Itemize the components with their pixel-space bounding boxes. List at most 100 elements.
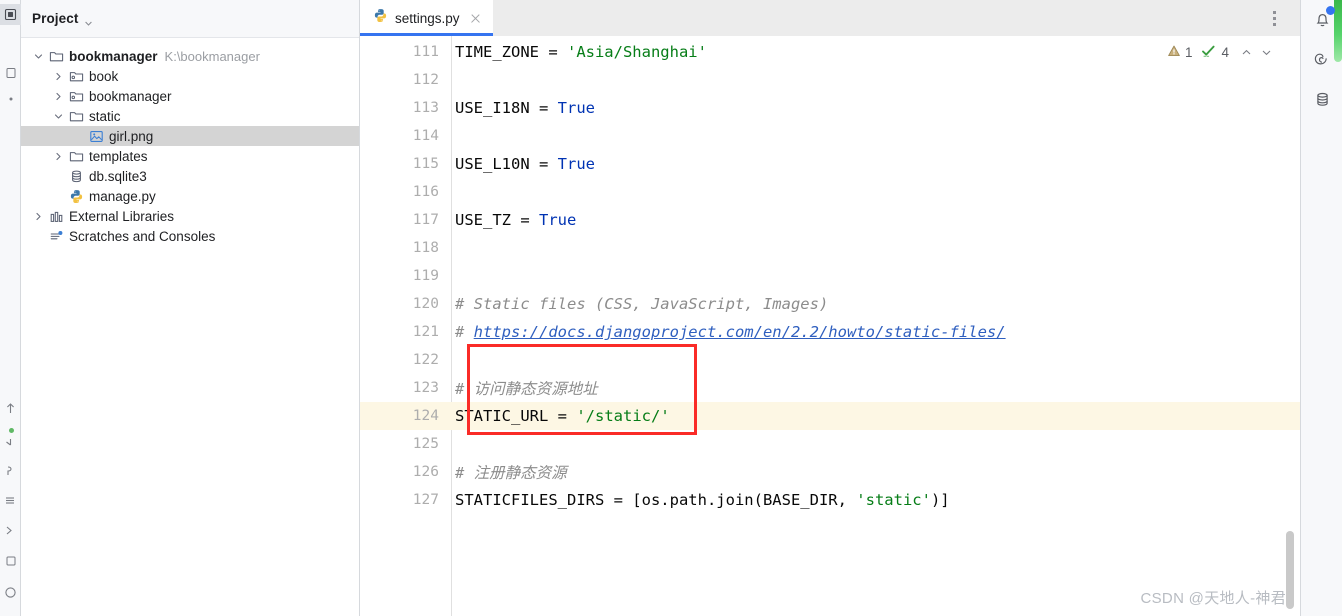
code-text[interactable]: # https://docs.djangoproject.com/en/2.2/… bbox=[452, 323, 1006, 341]
chevron-right-icon[interactable] bbox=[49, 66, 67, 86]
code-line-115[interactable]: 115 USE_L10N = True bbox=[360, 150, 1300, 178]
code-text[interactable]: USE_TZ = True bbox=[452, 211, 576, 229]
line-number[interactable]: 115 bbox=[360, 156, 452, 172]
tree-item-label: book bbox=[89, 68, 119, 84]
sidebar-item-run[interactable] bbox=[0, 430, 21, 451]
line-number[interactable]: 113 bbox=[360, 100, 452, 116]
line-number[interactable]: 119 bbox=[360, 268, 452, 284]
line-number[interactable]: 117 bbox=[360, 212, 452, 228]
line-number[interactable]: 112 bbox=[360, 72, 452, 88]
tree-item-static[interactable]: static bbox=[21, 106, 359, 126]
line-number[interactable]: 126 bbox=[360, 464, 452, 480]
notification-badge bbox=[1326, 6, 1335, 15]
sidebar-item-pull-requests[interactable] bbox=[0, 88, 21, 109]
tab-settings-py[interactable]: settings.py bbox=[360, 0, 493, 36]
line-number[interactable]: 114 bbox=[360, 128, 452, 144]
sidebar-item-terminal[interactable] bbox=[0, 520, 21, 541]
ai-assistant-icon[interactable] bbox=[1307, 45, 1337, 75]
sidebar-item-problems[interactable] bbox=[0, 582, 21, 603]
code-line-119[interactable]: 119 bbox=[360, 262, 1300, 290]
close-icon[interactable] bbox=[469, 12, 482, 25]
sidebar-item-todo[interactable] bbox=[0, 550, 21, 571]
folder-icon bbox=[47, 46, 66, 66]
tree-item-label: static bbox=[89, 108, 121, 124]
project-file-tree[interactable]: bookmanager K:\bookmanager book bookmanager… bbox=[21, 38, 359, 246]
code-line-116[interactable]: 116 bbox=[360, 178, 1300, 206]
tree-item-bookmanager[interactable]: bookmanager bbox=[21, 86, 359, 106]
code-text[interactable]: TIME_ZONE = 'Asia/Shanghai' bbox=[452, 43, 707, 61]
code-line-121[interactable]: 121 # https://docs.djangoproject.com/en/2… bbox=[360, 318, 1300, 346]
database-icon[interactable] bbox=[1307, 84, 1337, 114]
chevron-down-icon[interactable] bbox=[84, 15, 93, 26]
tree-item-templates[interactable]: templates bbox=[21, 146, 359, 166]
code-content[interactable]: 111 TIME_ZONE = 'Asia/Shanghai' 112 113 USE_… bbox=[360, 36, 1300, 616]
tree-item-label: db.sqlite3 bbox=[89, 168, 147, 184]
line-number[interactable]: 124 bbox=[360, 408, 452, 424]
code-line-112[interactable]: 112 bbox=[360, 66, 1300, 94]
line-number[interactable]: 111 bbox=[360, 44, 452, 60]
code-line-118[interactable]: 118 bbox=[360, 234, 1300, 262]
line-number[interactable]: 121 bbox=[360, 324, 452, 340]
line-number[interactable]: 123 bbox=[360, 380, 452, 396]
code-line-123[interactable]: 123 # 访问静态资源地址 bbox=[360, 374, 1300, 402]
code-line-120[interactable]: 120 # Static files (CSS, JavaScript, Imag… bbox=[360, 290, 1300, 318]
sidebar-item-commit[interactable] bbox=[0, 398, 21, 419]
code-line-111[interactable]: 111 TIME_ZONE = 'Asia/Shanghai' bbox=[360, 38, 1300, 66]
project-panel-header[interactable]: Project bbox=[21, 0, 359, 38]
code-line-114[interactable]: 114 bbox=[360, 122, 1300, 150]
tree-item-external-libraries[interactable]: External Libraries bbox=[21, 206, 359, 226]
sidebar-item-project[interactable] bbox=[0, 4, 21, 25]
code-text[interactable]: STATICFILES_DIRS = [os.path.join(BASE_DI… bbox=[452, 491, 950, 509]
tree-item-book[interactable]: book bbox=[21, 66, 359, 86]
line-number[interactable]: 125 bbox=[360, 436, 452, 452]
more-vertical-icon[interactable] bbox=[1266, 10, 1282, 26]
code-token-kw: True bbox=[557, 155, 595, 173]
editor-vertical-scrollbar[interactable] bbox=[1286, 531, 1294, 609]
code-line-124[interactable]: 124 STATIC_URL = '/static/' bbox=[360, 402, 1300, 430]
code-line-125[interactable]: 125 bbox=[360, 430, 1300, 458]
code-line-117[interactable]: 117 USE_TZ = True bbox=[360, 206, 1300, 234]
chevron-down-icon[interactable] bbox=[1258, 45, 1274, 61]
chevron-up-icon[interactable] bbox=[1238, 45, 1254, 61]
tree-item-label: templates bbox=[89, 148, 148, 164]
tree-item-girl-png[interactable]: girl.png bbox=[21, 126, 359, 146]
tree-item-manage-py[interactable]: manage.py bbox=[21, 186, 359, 206]
code-token-plain: )] bbox=[930, 491, 950, 509]
line-number[interactable]: 120 bbox=[360, 296, 452, 312]
tree-item-db-sqlite3[interactable]: db.sqlite3 bbox=[21, 166, 359, 186]
code-text[interactable]: USE_L10N = True bbox=[452, 155, 595, 173]
code-text[interactable]: STATIC_URL = '/static/' bbox=[452, 407, 670, 425]
python-file-icon bbox=[67, 186, 86, 206]
tree-twisty-placeholder bbox=[49, 166, 67, 186]
line-number[interactable]: 118 bbox=[360, 240, 452, 256]
sidebar-item-structure[interactable] bbox=[0, 490, 21, 511]
tree-item-label: bookmanager bbox=[69, 48, 158, 64]
code-line-113[interactable]: 113 USE_I18N = True bbox=[360, 94, 1300, 122]
chevron-down-icon[interactable] bbox=[49, 106, 67, 126]
code-editor[interactable]: 111 TIME_ZONE = 'Asia/Shanghai' 112 113 USE_… bbox=[360, 36, 1300, 616]
line-number[interactable]: 127 bbox=[360, 492, 452, 508]
code-token-plain: USE_I18N = bbox=[455, 99, 558, 117]
code-text[interactable]: # Static files (CSS, JavaScript, Images) bbox=[452, 295, 828, 313]
line-number[interactable]: 116 bbox=[360, 184, 452, 200]
code-text[interactable]: # 访问静态资源地址 bbox=[452, 377, 598, 399]
chevron-right-icon[interactable] bbox=[49, 146, 67, 166]
chevron-right-icon[interactable] bbox=[29, 206, 47, 226]
line-number[interactable]: 122 bbox=[360, 352, 452, 368]
inspection-widget[interactable]: 1 4 bbox=[1167, 44, 1274, 61]
code-text[interactable]: # 注册静态资源 bbox=[452, 461, 567, 483]
code-token-str: '/static/' bbox=[576, 407, 670, 425]
code-token-com: # 访问静态资源地址 bbox=[455, 380, 598, 398]
sidebar-item-python-console[interactable] bbox=[0, 460, 21, 481]
code-line-126[interactable]: 126 # 注册静态资源 bbox=[360, 458, 1300, 486]
code-line-127[interactable]: 127 STATICFILES_DIRS = [os.path.join(BASE… bbox=[360, 486, 1300, 514]
chevron-down-icon[interactable] bbox=[29, 46, 47, 66]
code-line-122[interactable]: 122 bbox=[360, 346, 1300, 374]
code-token-plain: USE_TZ = bbox=[455, 211, 539, 229]
code-text[interactable]: USE_I18N = True bbox=[452, 99, 595, 117]
chevron-right-icon[interactable] bbox=[49, 86, 67, 106]
tree-item-scratches-and-consoles[interactable]: Scratches and Consoles bbox=[21, 226, 359, 246]
sidebar-item-bookmarks[interactable] bbox=[0, 62, 21, 83]
check-count: 4 bbox=[1221, 45, 1229, 60]
tree-item-bookmanager[interactable]: bookmanager K:\bookmanager bbox=[21, 46, 359, 66]
